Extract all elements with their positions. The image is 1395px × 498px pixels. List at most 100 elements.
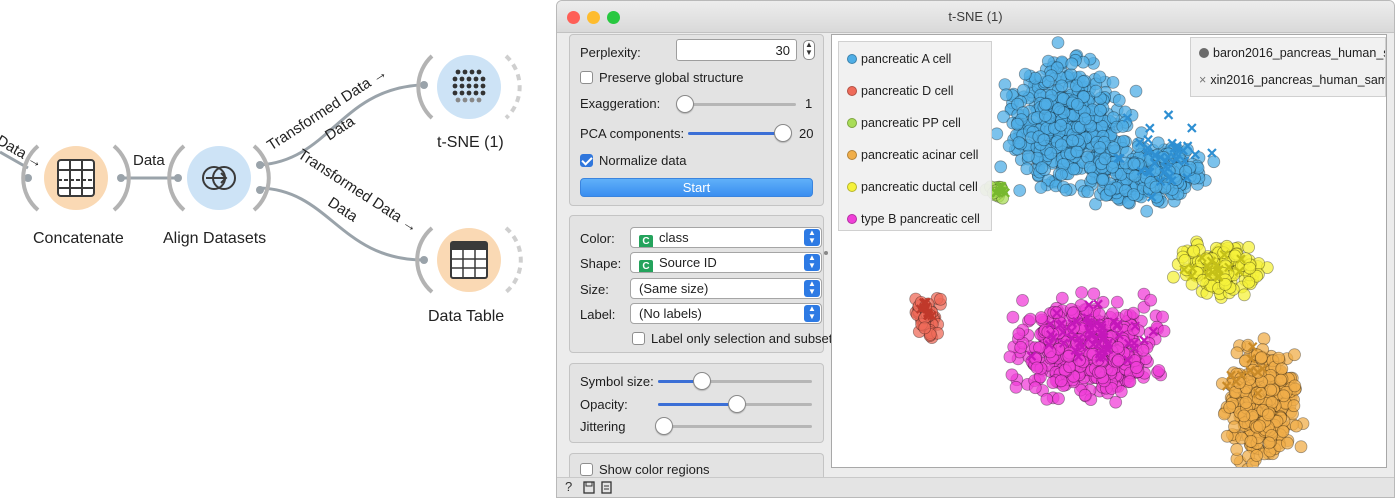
- scatter-point: [1075, 286, 1089, 299]
- workflow-canvas[interactable]: Data → Data Transformed Data → Data Tran…: [0, 0, 556, 498]
- legend-marker-icon: [847, 214, 857, 224]
- perplexity-stepper-icon[interactable]: ▲ ▼: [803, 40, 815, 60]
- scatter-point: [1136, 343, 1150, 357]
- perplexity-value: 30: [775, 43, 790, 58]
- scatter-point: [1287, 399, 1301, 413]
- scatter-point: [1127, 188, 1141, 202]
- tsne-window: t-SNE (1) Perplexity: 30 ▲ ▼ Preserve glo…: [556, 0, 1395, 498]
- opacity-slider-fill: [658, 403, 735, 406]
- legend-item-pp-cell: pancreatic PP cell: [847, 116, 961, 130]
- display-panel: Symbol size: Opacity: Jittering: [569, 363, 824, 443]
- scatter-plot-area[interactable]: pancreatic A cell pancreatic D cell panc…: [831, 34, 1387, 468]
- circle-marker-icon: [1199, 48, 1209, 58]
- scatter-point: [1123, 375, 1137, 389]
- scatter-point: [1070, 98, 1084, 111]
- symbol-size-slider-handle[interactable]: [693, 372, 711, 390]
- scatter-point: [1055, 79, 1069, 93]
- scatter-point: [1005, 368, 1019, 382]
- scatter-point: [1109, 395, 1123, 409]
- scatter-point: [1054, 118, 1068, 132]
- start-button[interactable]: Start: [580, 178, 813, 197]
- shape-combo[interactable]: C Source ID ▲ ▼: [630, 252, 822, 273]
- tsne-label[interactable]: t-SNE (1): [437, 134, 504, 152]
- scatter-point: [1034, 181, 1048, 194]
- jittering-slider-handle[interactable]: [655, 417, 673, 435]
- scatter-point: [1140, 204, 1154, 218]
- concatenate-label[interactable]: Concatenate: [33, 230, 124, 248]
- scatter-point: [1087, 287, 1101, 301]
- save-icon[interactable]: [583, 479, 595, 497]
- scatter-point: [1261, 408, 1275, 422]
- scatter-point: [1066, 134, 1080, 148]
- scatter-point: [1081, 185, 1095, 199]
- scatter-point: [1152, 364, 1166, 377]
- class-legend[interactable]: pancreatic A cell pancreatic D cell panc…: [838, 41, 992, 231]
- exaggeration-label: Exaggeration:: [580, 96, 661, 111]
- source-legend[interactable]: baron2016_pancreas_human_s × xin2016_panc…: [1190, 37, 1386, 97]
- scatter-point: [934, 292, 947, 306]
- legend-item-xin: × xin2016_pancreas_human_sam: [1199, 73, 1386, 87]
- align-datasets-label[interactable]: Align Datasets: [163, 230, 266, 248]
- scatter-point: [1089, 84, 1103, 98]
- perplexity-spinbox[interactable]: 30: [676, 39, 797, 61]
- scatter-point: [1110, 295, 1124, 309]
- scatter-point: [1065, 57, 1079, 71]
- normalize-data-checkbox[interactable]: [580, 154, 593, 167]
- show-color-regions-checkbox[interactable]: [580, 463, 593, 476]
- scatter-point: [1144, 293, 1158, 307]
- label-only-selection-checkbox[interactable]: [632, 332, 645, 345]
- scatter-point: [1253, 419, 1266, 433]
- data-table-label[interactable]: Data Table: [428, 308, 504, 326]
- legend-item-b-cell: type B pancreatic cell: [847, 212, 980, 226]
- scatter-point: [1078, 112, 1092, 126]
- scatter-point: [1078, 388, 1092, 402]
- scatter-point: [1041, 75, 1055, 88]
- pca-slider-handle[interactable]: [774, 124, 792, 142]
- size-combo[interactable]: (Same size) ▲ ▼: [630, 278, 822, 299]
- scatter-point: [1254, 351, 1268, 365]
- scatter-point: [1054, 138, 1068, 152]
- scatter-point: [1294, 440, 1308, 454]
- scatter-point: [1250, 449, 1264, 462]
- pca-components-value: 20: [799, 126, 814, 141]
- label-only-selection-label: Label only selection and subset: [651, 331, 833, 346]
- scatter-point: [1244, 434, 1258, 448]
- combo-arrows-icon: ▲ ▼: [804, 305, 820, 322]
- legend-item-d-cell: pancreatic D cell: [847, 84, 953, 98]
- splitter-handle[interactable]: [824, 251, 828, 255]
- scatter-point: [1038, 97, 1052, 111]
- color-combo[interactable]: Cclass ▲ ▼: [630, 227, 822, 248]
- normalize-data-label: Normalize data: [599, 153, 687, 168]
- scatter-point: [1020, 162, 1034, 176]
- scatter-point: [1003, 350, 1017, 364]
- combo-arrows-icon: ▲ ▼: [804, 280, 820, 297]
- report-icon[interactable]: [601, 479, 612, 497]
- scatter-point: [1237, 409, 1251, 423]
- scatter-point: [1028, 381, 1042, 395]
- opacity-slider-handle[interactable]: [728, 395, 746, 413]
- exaggeration-value: 1: [805, 96, 813, 111]
- scatter-point: [1054, 374, 1068, 388]
- combo-arrows-icon: ▲ ▼: [804, 229, 820, 246]
- help-icon[interactable]: ?: [565, 479, 572, 494]
- preserve-global-checkbox[interactable]: [580, 71, 593, 84]
- scatter-point: [1288, 379, 1302, 393]
- label-label: Label:: [580, 307, 616, 322]
- scatter-point: [1093, 70, 1107, 84]
- scatter-cross: [1143, 134, 1153, 145]
- exaggeration-slider-track[interactable]: [682, 103, 796, 106]
- shape-combo-value: Source ID: [659, 255, 717, 270]
- jittering-slider-track[interactable]: [662, 425, 812, 428]
- scatter-point: [1220, 239, 1234, 253]
- scatter-point: [1070, 145, 1084, 159]
- exaggeration-slider-handle[interactable]: [676, 95, 694, 113]
- title-bar[interactable]: t-SNE (1): [557, 1, 1394, 33]
- scatter-point: [1009, 380, 1023, 394]
- pca-slider-track[interactable]: [688, 132, 782, 135]
- perplexity-label: Perplexity:: [580, 45, 641, 60]
- scatter-point: [1052, 102, 1066, 115]
- label-combo[interactable]: (No labels) ▲ ▼: [630, 303, 822, 324]
- link-label-concat-align: Data: [133, 152, 165, 169]
- scatter-point: [1076, 75, 1090, 88]
- label-combo-value: (No labels): [639, 306, 702, 321]
